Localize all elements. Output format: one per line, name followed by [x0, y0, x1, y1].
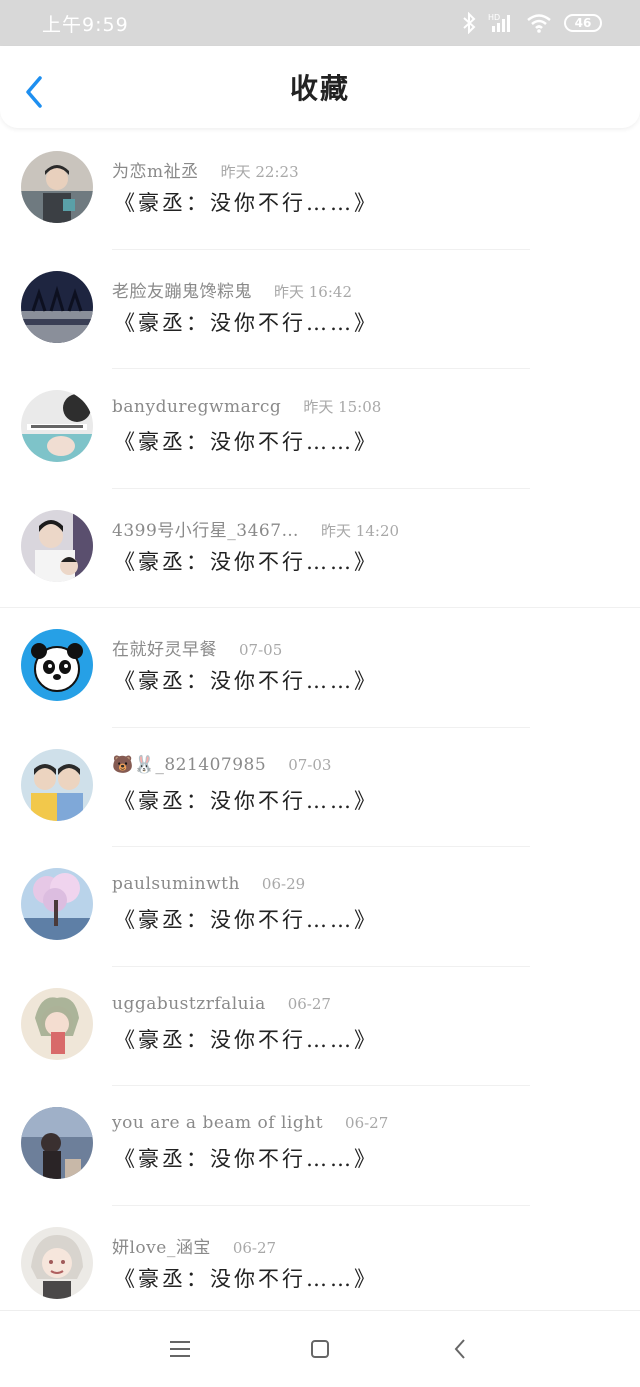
favorites-list: 为恋m祉丞 昨天 22:23 《豪丞：没你不行……》 老脸友蹦鬼馋粽鬼 昨天 1… — [0, 130, 640, 1325]
wifi-icon — [527, 14, 551, 33]
system-back-button[interactable] — [440, 1329, 480, 1369]
timestamp: 06-29 — [261, 875, 306, 893]
favorite-title: 《豪丞：没你不行……》 — [114, 1147, 378, 1171]
favorite-title: 《豪丞：没你不行……》 — [114, 1266, 378, 1291]
favorite-title: 《豪丞：没你不行……》 — [114, 549, 378, 574]
menu-icon — [170, 1341, 190, 1357]
favorite-title: 《豪丞：没你不行……》 — [114, 430, 378, 454]
username: paulsuminwth — [112, 874, 240, 894]
username: 🐻🐰_821407985 — [112, 754, 267, 775]
avatar[interactable] — [21, 270, 93, 343]
list-item[interactable]: 在就好灵早餐 07-05 《豪丞：没你不行……》 — [0, 608, 640, 728]
list-item[interactable]: 妍love_涵宝 06-27 《豪丞：没你不行……》 — [0, 1206, 640, 1326]
username: you are a beam of light — [112, 1113, 324, 1133]
username: banyduregwmarcg — [112, 397, 282, 417]
avatar[interactable] — [21, 748, 93, 821]
timestamp: 06-27 — [232, 1238, 277, 1257]
avatar[interactable] — [21, 868, 93, 940]
timestamp: 昨天 22:23 — [220, 163, 299, 181]
list-item[interactable]: 老脸友蹦鬼馋粽鬼 昨天 16:42 《豪丞：没你不行……》 — [0, 250, 640, 369]
menu-button[interactable] — [160, 1329, 200, 1369]
favorite-title: 《豪丞：没你不行……》 — [114, 788, 378, 813]
home-button[interactable] — [300, 1329, 340, 1369]
favorite-title: 《豪丞：没你不行……》 — [114, 908, 378, 932]
back-triangle-icon — [454, 1339, 465, 1359]
signal-icon: HD — [488, 13, 510, 32]
favorite-title: 《豪丞：没你不行……》 — [114, 310, 378, 335]
favorite-title: 《豪丞：没你不行……》 — [114, 669, 378, 693]
avatar[interactable] — [21, 629, 93, 701]
username: 老脸友蹦鬼馋粽鬼 — [112, 281, 252, 302]
timestamp: 昨天 16:42 — [274, 282, 352, 301]
status-time: 上午9:59 — [42, 13, 129, 36]
username: 在就好灵早餐 — [112, 640, 217, 660]
battery-indicator: 46 — [564, 14, 602, 32]
status-bar: 上午9:59 HD 46 — [0, 0, 640, 46]
username: uggabustzrfaluia — [112, 993, 266, 1014]
timestamp: 07-05 — [239, 641, 283, 659]
list-item[interactable]: banyduregwmarcg 昨天 15:08 《豪丞：没你不行……》 — [0, 369, 640, 489]
svg-text:HD: HD — [488, 13, 500, 22]
bluetooth-icon — [463, 12, 476, 34]
username: 为恋m祉丞 — [112, 162, 199, 182]
status-icons: HD 46 — [462, 12, 602, 34]
list-item[interactable]: paulsuminwth 06-29 《豪丞：没你不行……》 — [0, 847, 640, 967]
avatar[interactable] — [21, 151, 93, 223]
back-button[interactable] — [20, 74, 50, 110]
username: 4399号小行星_3467… — [112, 520, 300, 541]
favorite-title: 《豪丞：没你不行……》 — [114, 1027, 378, 1052]
username: 妍love_涵宝 — [112, 1237, 211, 1258]
favorite-title: 《豪丞：没你不行……》 — [114, 191, 378, 215]
avatar[interactable] — [21, 509, 93, 582]
list-item[interactable]: uggabustzrfaluia 06-27 《豪丞：没你不行……》 — [0, 967, 640, 1086]
list-item[interactable]: 4399号小行星_3467… 昨天 14:20 《豪丞：没你不行……》 — [0, 489, 640, 608]
avatar[interactable] — [21, 390, 93, 462]
page-title: 收藏 — [289, 72, 350, 105]
timestamp: 06-27 — [287, 994, 331, 1013]
list-item[interactable]: 为恋m祉丞 昨天 22:23 《豪丞：没你不行……》 — [0, 130, 640, 250]
avatar[interactable] — [21, 1226, 93, 1299]
avatar[interactable] — [21, 987, 93, 1060]
nav-bar: 收藏 — [0, 46, 640, 128]
timestamp: 昨天 14:20 — [321, 521, 400, 540]
timestamp: 07-03 — [288, 755, 332, 774]
home-square-icon — [311, 1340, 329, 1358]
list-item[interactable]: 🐻🐰_821407985 07-03 《豪丞：没你不行……》 — [0, 728, 640, 847]
timestamp: 昨天 15:08 — [303, 398, 382, 416]
list-item[interactable]: you are a beam of light 06-27 《豪丞：没你不行……… — [0, 1086, 640, 1206]
timestamp: 06-27 — [345, 1114, 389, 1132]
chevron-left-icon — [26, 76, 42, 108]
system-nav-bar — [0, 1310, 640, 1387]
avatar[interactable] — [21, 1107, 93, 1179]
